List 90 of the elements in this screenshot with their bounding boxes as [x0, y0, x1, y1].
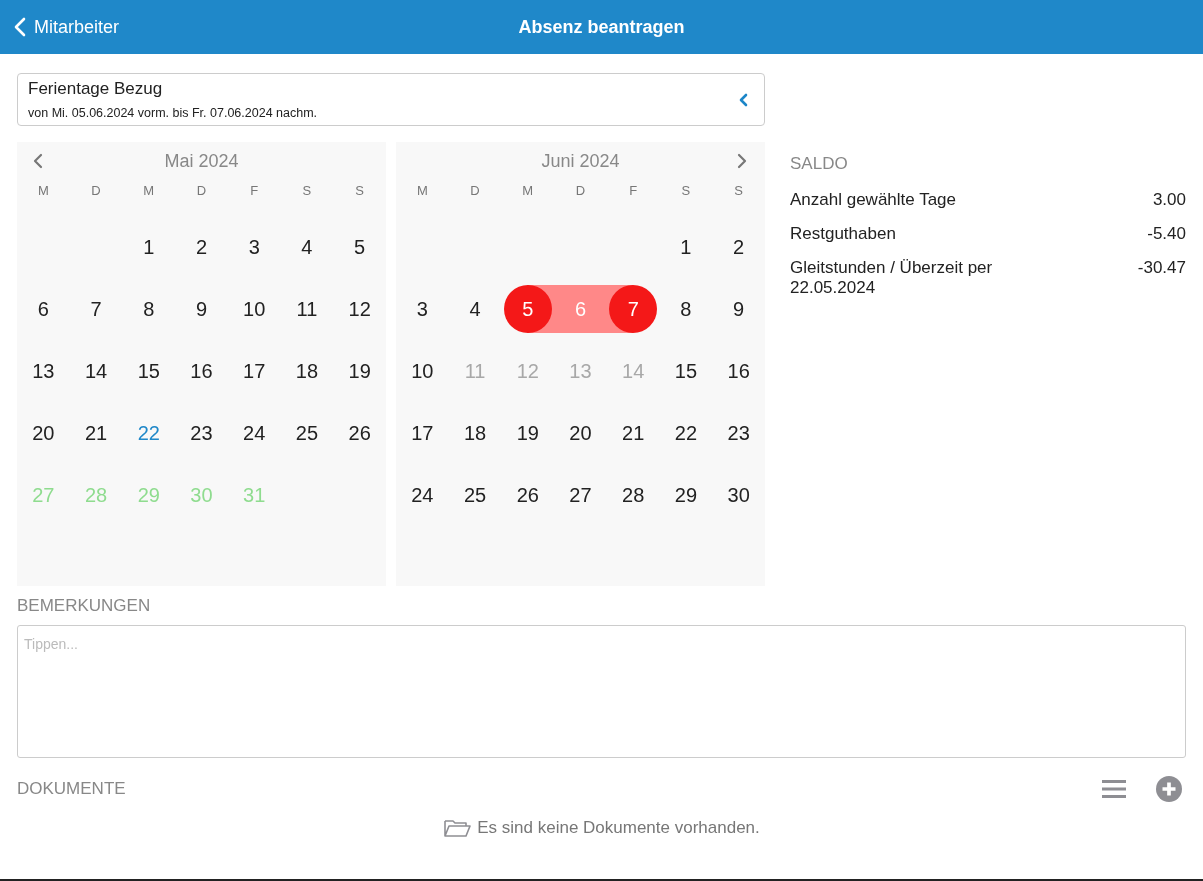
absence-type: Ferientage Bezug	[28, 79, 164, 99]
back-chevron-icon	[14, 17, 26, 37]
calendar-day[interactable]: 5	[335, 223, 384, 271]
calendar-day[interactable]: 21	[72, 409, 121, 457]
section-title: SALDO	[790, 154, 849, 174]
weekday-label: M	[416, 183, 428, 198]
calendar-day[interactable]: 17	[230, 347, 279, 395]
calendar-day[interactable]: 25	[282, 409, 331, 457]
calendar-day[interactable]: 10	[398, 347, 447, 395]
calendar-day[interactable]: 17	[398, 409, 447, 457]
calendar-day[interactable]: 22	[124, 409, 173, 457]
calendar-day[interactable]: 16	[714, 347, 763, 395]
balance-label: Anzahl gewählte Tage	[790, 190, 958, 210]
calendar-day[interactable]: 15	[661, 347, 710, 395]
screen-title: Absenz beantragen	[518, 16, 685, 38]
calendar-day[interactable]: 3	[230, 223, 279, 271]
weekday-label: D	[575, 183, 586, 198]
calendar-day[interactable]: 27	[556, 471, 605, 519]
balance-value: 3.00	[1152, 190, 1186, 210]
calendar-day[interactable]: 2	[714, 223, 763, 271]
balance-value: -5.40	[1147, 224, 1186, 244]
calendar-day[interactable]: 28	[609, 471, 658, 519]
calendar-day[interactable]: 4	[282, 223, 331, 271]
calendar-day[interactable]: 16	[177, 347, 226, 395]
weekday-label: M	[37, 183, 49, 198]
balance-label: Restguthaben	[790, 224, 897, 244]
balance-value: -30.47	[1137, 258, 1186, 279]
weekday-label: D	[470, 183, 480, 198]
calendar-day[interactable]: 24	[230, 409, 279, 457]
calendar-day[interactable]: 23	[177, 409, 226, 457]
calendar-day[interactable]: 20	[556, 409, 605, 457]
weekday-label: D	[91, 183, 101, 198]
calendar-day[interactable]: 26	[335, 409, 384, 457]
absence-type-selector[interactable]: Ferientage Bezug von Mi. 05.06.2024 vorm. bis Fr. 07.06.2024 nachm.	[17, 73, 765, 126]
back-link[interactable]: Mitarbeiter	[14, 16, 120, 38]
calendar-day[interactable]: 7	[72, 285, 121, 333]
add-icon[interactable]	[1156, 776, 1182, 802]
remarks-field[interactable]: Tippen...	[17, 625, 1186, 758]
calendar-day[interactable]: 23	[714, 409, 763, 457]
next-month-icon[interactable]	[737, 153, 747, 169]
section-title: DOKUMENTE	[17, 779, 126, 799]
calendar-day[interactable]: 22	[661, 409, 710, 457]
weekday-label: S	[734, 183, 743, 198]
calendar-day[interactable]: 12	[335, 285, 384, 333]
collapse-chevron-icon	[738, 92, 748, 107]
menu-icon[interactable]	[1102, 779, 1126, 799]
calendar-day[interactable]: 11	[282, 285, 331, 333]
calendar-day[interactable]: 18	[451, 409, 500, 457]
calendar-day[interactable]: 7	[609, 285, 658, 333]
calendar-day[interactable]: 2	[177, 223, 226, 271]
calendar-day[interactable]: 25	[451, 471, 500, 519]
calendar-day[interactable]: 9	[177, 285, 226, 333]
calendar-day[interactable]: 26	[503, 471, 552, 519]
calendar-day[interactable]: 19	[503, 409, 552, 457]
calendar-day[interactable]: 9	[714, 285, 763, 333]
calendar-day[interactable]: 18	[282, 347, 331, 395]
calendar-day[interactable]: 1	[661, 223, 710, 271]
calendar-day[interactable]: 24	[398, 471, 447, 519]
month-title: Mai 2024	[163, 150, 240, 172]
calendar-day[interactable]: 6	[19, 285, 68, 333]
weekday-label: D	[196, 183, 207, 198]
absence-period: von Mi. 05.06.2024 vorm. bis Fr. 07.06.2024 nachm.	[28, 106, 319, 120]
weekday-label: M	[143, 183, 155, 198]
calendar-day[interactable]: 29	[661, 471, 710, 519]
calendar-day[interactable]: 15	[124, 347, 173, 395]
calendar-day[interactable]: 13	[19, 347, 68, 395]
empty-documents-message: Es sind keine Dokumente vorhanden.	[477, 818, 760, 838]
calendar-day[interactable]: 3	[398, 285, 447, 333]
calendar-day[interactable]: 30	[714, 471, 763, 519]
calendar-day[interactable]: 21	[609, 409, 658, 457]
month-title: Juni 2024	[540, 150, 621, 172]
weekday-label: F	[250, 183, 259, 198]
section-title: BEMERKUNGEN	[17, 596, 152, 616]
calendar-day[interactable]: 4	[451, 285, 500, 333]
weekday-label: S	[302, 183, 312, 198]
calendar-day[interactable]: 19	[335, 347, 384, 395]
calendar-day[interactable]: 14	[72, 347, 121, 395]
calendar-day[interactable]: 1	[124, 223, 173, 271]
previous-month-icon[interactable]	[33, 153, 43, 169]
weekday-label: S	[681, 183, 691, 198]
weekday-label: S	[355, 183, 364, 198]
calendar-day[interactable]: 8	[124, 285, 173, 333]
weekday-label: F	[629, 183, 638, 198]
calendar-day[interactable]: 5	[503, 285, 552, 333]
calendar-day[interactable]: 8	[661, 285, 710, 333]
calendar-day[interactable]: 20	[19, 409, 68, 457]
weekday-label: M	[522, 183, 534, 198]
folder-icon	[443, 818, 472, 838]
calendar-day[interactable]: 10	[230, 285, 279, 333]
balance-label: Gleitstunden / Überzeit per 22.05.2024	[790, 258, 994, 298]
